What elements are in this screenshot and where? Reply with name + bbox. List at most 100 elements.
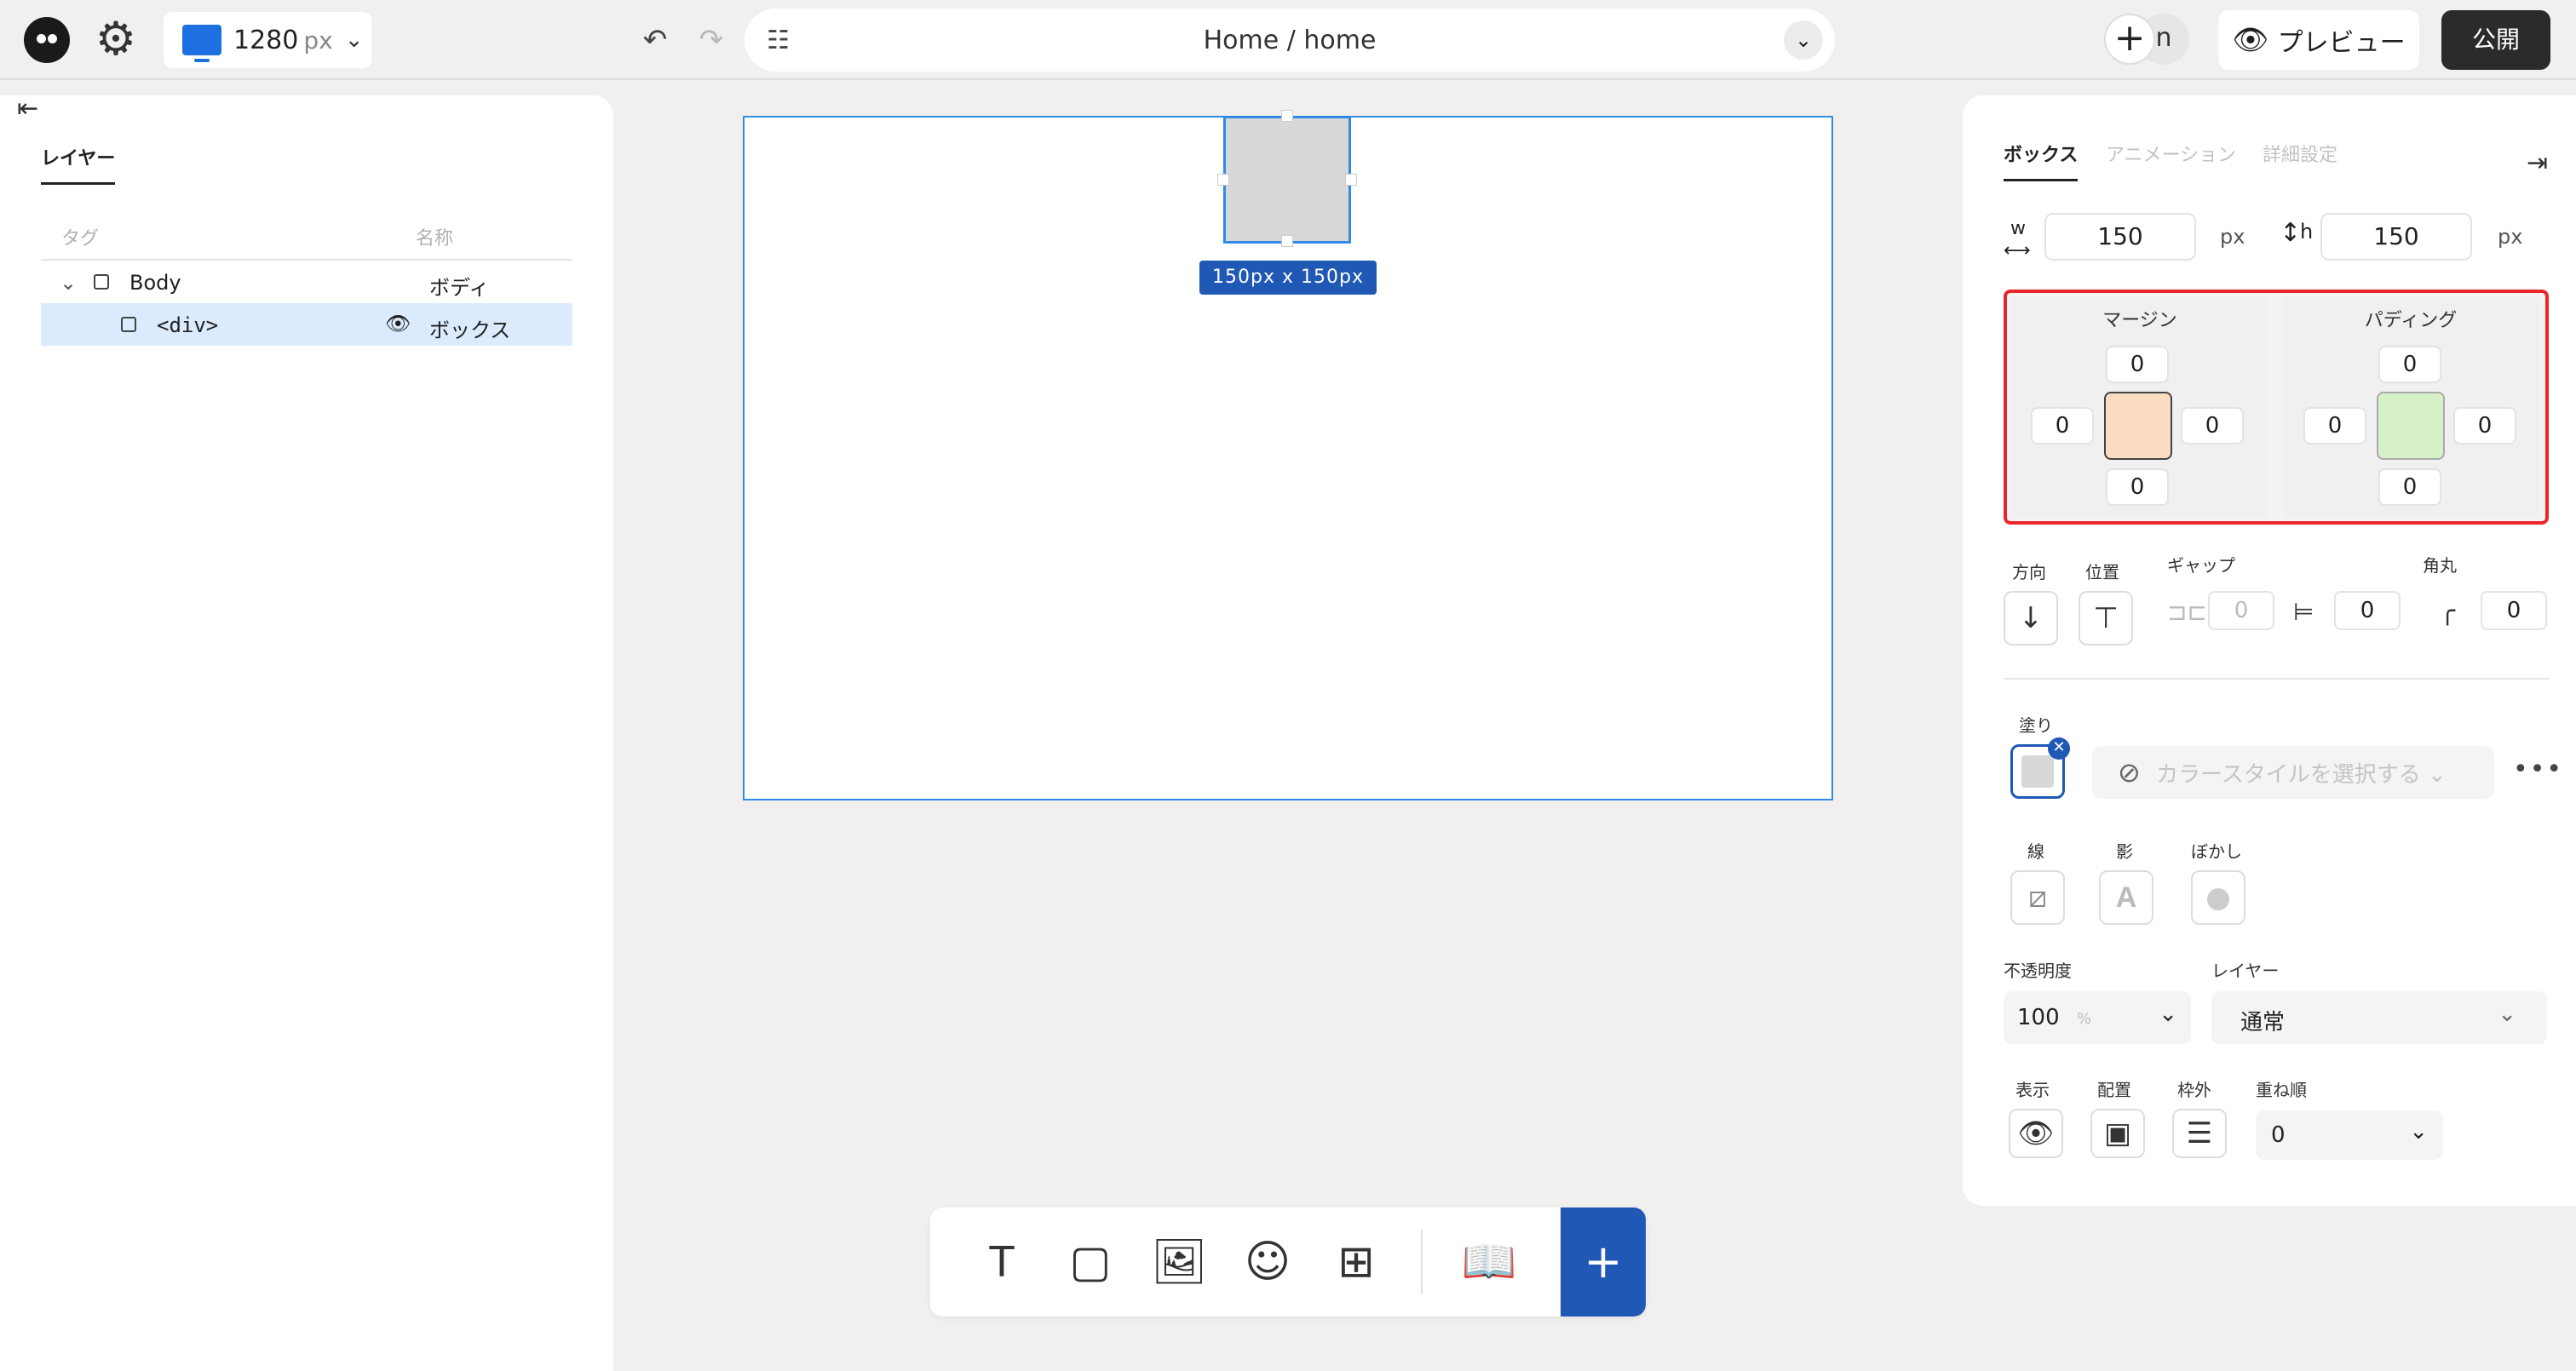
- align-position-icon[interactable]: ⊤: [2079, 591, 2133, 645]
- resize-handle[interactable]: [1217, 174, 1229, 186]
- direction-label: 方向: [2012, 562, 2046, 582]
- width-unit: px: [2220, 225, 2245, 249]
- add-element-button[interactable]: +: [1561, 1208, 1646, 1317]
- blend-mode-select[interactable]: 通常 ⌄: [2211, 991, 2547, 1044]
- visibility-eye-icon[interactable]: 👁: [2009, 1109, 2063, 1158]
- padding-right-input[interactable]: 0: [2453, 407, 2516, 445]
- margin-preview: [2104, 392, 2172, 460]
- layer-row-body[interactable]: ⌄ Body ボディ: [41, 261, 572, 303]
- shadow-label: 影: [2116, 841, 2133, 862]
- radius-input[interactable]: 0: [2481, 591, 2547, 630]
- gear-icon[interactable]: ⚙: [92, 15, 140, 63]
- image-tool-icon[interactable]: 🖼: [1145, 1226, 1213, 1298]
- padding-left-input[interactable]: 0: [2303, 407, 2366, 445]
- margin-bottom-input[interactable]: 0: [2106, 468, 2169, 506]
- more-options-icon[interactable]: •••: [2513, 754, 2563, 784]
- width-label: w: [2010, 218, 2026, 239]
- app-logo-icon[interactable]: [24, 17, 70, 63]
- width-input[interactable]: 150: [2044, 213, 2196, 261]
- opacity-label: 不透明度: [2004, 961, 2072, 981]
- padding-top-input[interactable]: 0: [2378, 346, 2441, 383]
- height-unit: px: [2498, 225, 2523, 249]
- margin-right-input[interactable]: 0: [2181, 407, 2244, 445]
- page-title: Home / home: [1203, 26, 1377, 55]
- box-icon: [121, 317, 136, 332]
- monitor-icon: [182, 25, 221, 62]
- zindex-select[interactable]: 0 ⌄: [2256, 1110, 2443, 1160]
- text-tool-icon[interactable]: T: [968, 1226, 1036, 1298]
- chevron-down-icon: ⌄: [2159, 1001, 2177, 1027]
- corner-radius-icon: ╭: [2440, 596, 2456, 626]
- margin-top-input[interactable]: 0: [2106, 346, 2169, 383]
- preview-label: プレビュー: [2277, 28, 2406, 58]
- chevron-down-icon[interactable]: ⌄: [1784, 20, 1823, 60]
- chevron-down-icon: ⌄: [344, 27, 364, 53]
- overflow-icon[interactable]: ☰: [2172, 1109, 2227, 1158]
- gap-input-disabled: 0: [2208, 591, 2274, 630]
- preview-button[interactable]: 👁 プレビュー: [2218, 10, 2419, 70]
- blend-layer-label: レイヤー: [2211, 961, 2280, 981]
- divider: [1421, 1230, 1423, 1294]
- margin-left-input[interactable]: 0: [2031, 407, 2094, 445]
- resize-handle[interactable]: [1345, 174, 1357, 186]
- padding-bottom-input[interactable]: 0: [2378, 468, 2441, 506]
- chevron-down-icon: ⌄: [2409, 1119, 2428, 1144]
- resize-handle[interactable]: [1281, 235, 1293, 247]
- height-input[interactable]: 150: [2320, 213, 2472, 261]
- tab-advanced[interactable]: 詳細設定: [2263, 140, 2337, 167]
- column-header-tag: タグ: [61, 228, 100, 250]
- text-shadow-icon[interactable]: A: [2099, 870, 2153, 925]
- padding-title: パディング: [2364, 310, 2458, 331]
- gap-vertical-icon: ⊨: [2293, 598, 2314, 626]
- remove-fill-icon[interactable]: ✕: [2048, 737, 2070, 760]
- height-label: h: [2300, 220, 2314, 244]
- publish-button[interactable]: 公開: [2441, 10, 2550, 70]
- radius-label: 角丸: [2423, 555, 2457, 576]
- collapse-right-panel-icon[interactable]: ⇥: [2527, 148, 2548, 178]
- page-selector[interactable]: ☷ Home / home ⌄: [745, 9, 1835, 72]
- undo-icon[interactable]: ↶: [635, 20, 675, 60]
- color-style-select[interactable]: ⊘ カラースタイルを選択する ⌄: [2092, 746, 2494, 799]
- opacity-unit: %: [2077, 1010, 2092, 1028]
- layer-name: ボディ: [429, 276, 490, 300]
- emoji-tool-icon[interactable]: ☺: [1233, 1226, 1302, 1298]
- blur-icon[interactable]: ●: [2191, 870, 2245, 925]
- tab-box[interactable]: ボックス: [2004, 140, 2079, 181]
- direction-down-icon[interactable]: ↓: [2004, 591, 2058, 645]
- chevron-down-icon[interactable]: ⌄: [60, 271, 77, 295]
- zindex-label: 重ね順: [2256, 1080, 2307, 1100]
- collapse-left-panel-icon[interactable]: ⇤: [17, 94, 38, 123]
- layer-name: ボックス: [429, 318, 511, 342]
- margin-title: マージン: [2102, 310, 2177, 331]
- placement-icon[interactable]: ▣: [2090, 1109, 2145, 1158]
- column-header-name: 名称: [416, 228, 454, 250]
- tab-animation[interactable]: アニメーション: [2106, 140, 2236, 167]
- zindex-value: 0: [2271, 1122, 2286, 1148]
- display-label: 表示: [2015, 1080, 2050, 1100]
- grid-tool-icon[interactable]: ⊞: [1322, 1226, 1390, 1298]
- fill-color-preview: [2021, 755, 2054, 788]
- layer-row-div[interactable]: <div> 👁 ボックス: [41, 303, 572, 346]
- library-book-icon[interactable]: 📖: [1455, 1226, 1523, 1298]
- overflow-label: 枠外: [2177, 1080, 2211, 1100]
- box-tool-icon[interactable]: ▢: [1056, 1226, 1124, 1298]
- redo-icon[interactable]: ↷: [692, 20, 731, 60]
- layer-tag: Body: [129, 271, 181, 295]
- selected-box[interactable]: [1223, 116, 1351, 244]
- device-width-dropdown[interactable]: 1280 px ⌄: [164, 12, 371, 68]
- opacity-select[interactable]: 100 % ⌄: [2004, 991, 2191, 1044]
- eye-icon[interactable]: 👁: [385, 312, 411, 336]
- no-style-icon: ⊘: [2118, 756, 2141, 789]
- tab-layers[interactable]: レイヤー: [41, 143, 116, 185]
- resize-handle[interactable]: [1281, 110, 1293, 122]
- box-icon: [94, 274, 109, 290]
- chevron-down-icon: ⌄: [2498, 1001, 2516, 1027]
- size-badge: 150px x 150px: [1199, 261, 1377, 295]
- stroke-none-icon[interactable]: ⧄: [2010, 870, 2065, 925]
- device-width-unit: px: [303, 26, 333, 54]
- position-label: 位置: [2085, 562, 2119, 582]
- add-collaborator-button[interactable]: +: [2104, 14, 2155, 65]
- blur-label: ぼかし: [2191, 841, 2242, 862]
- gap-input[interactable]: 0: [2334, 591, 2401, 630]
- placement-label: 配置: [2097, 1080, 2131, 1100]
